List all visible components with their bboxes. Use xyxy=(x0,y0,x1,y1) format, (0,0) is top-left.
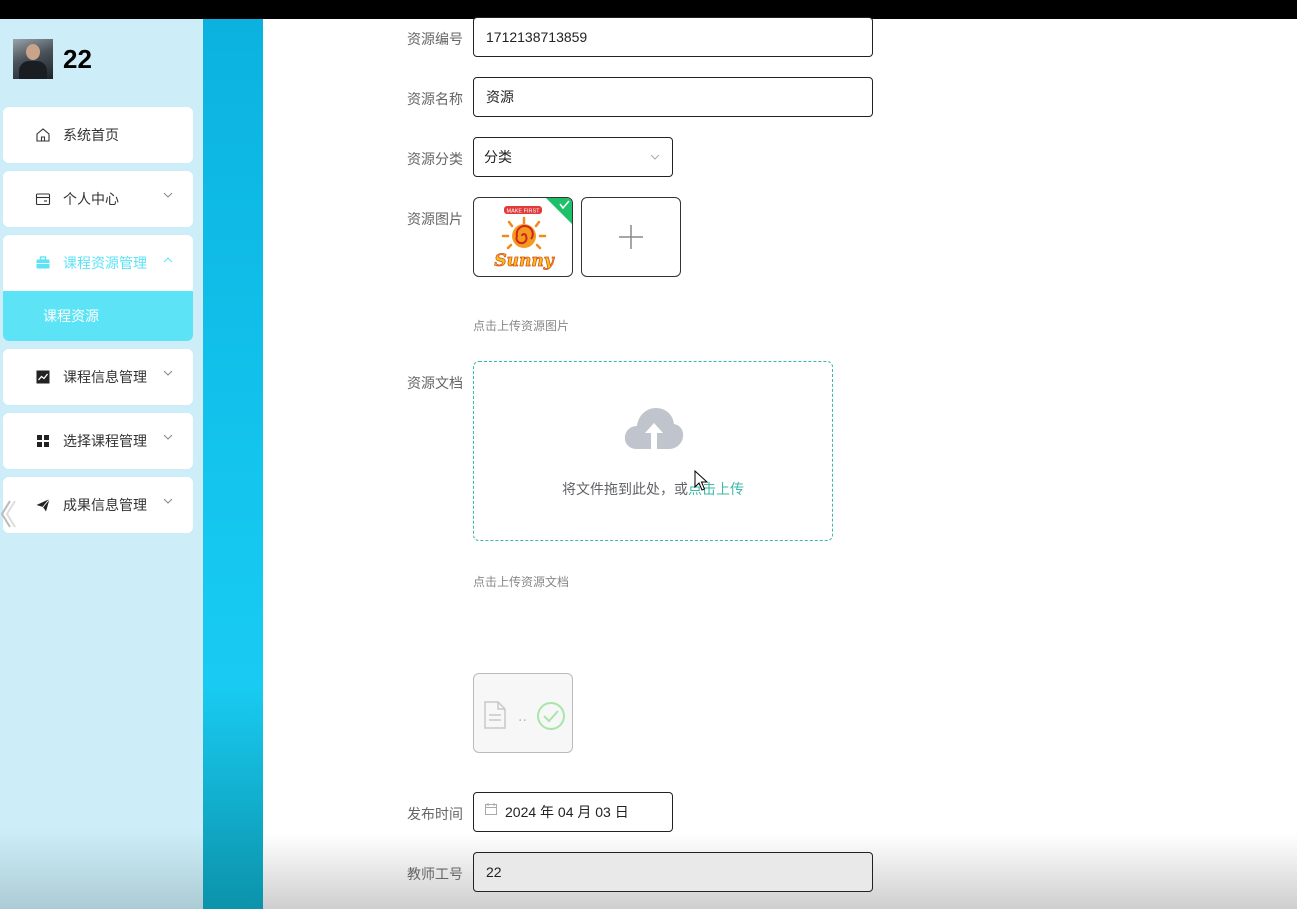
username: 22 xyxy=(63,43,92,74)
code-label: 资源编号 xyxy=(407,31,463,47)
chevron-down-icon xyxy=(163,498,173,504)
cloud-upload-icon xyxy=(624,408,684,449)
collapse-arrow-icon[interactable] xyxy=(0,499,16,529)
sunny-logo-image: MAKE FIRST Sunny xyxy=(494,198,572,271)
file-name-ellipsis: .. xyxy=(518,708,527,725)
decorative-stripe xyxy=(203,19,263,909)
sidebar-item-label: 选择课程管理 xyxy=(63,433,147,449)
chevron-down-icon xyxy=(163,370,173,376)
doc-hint: 点击上传资源文档 xyxy=(473,575,570,589)
svg-text:Sunny: Sunny xyxy=(494,251,554,271)
sidebar-item-achievement[interactable]: 成果信息管理 xyxy=(3,477,193,533)
code-input[interactable]: 1712138713859 xyxy=(473,17,873,57)
sidebar-subitem-label: 课程资源 xyxy=(43,308,99,324)
name-label: 资源名称 xyxy=(407,91,463,107)
dropzone-prompt: 将文件拖到此处，或 xyxy=(562,481,688,497)
teacher-id-value: 22 xyxy=(486,864,502,880)
briefcase-icon xyxy=(34,254,52,272)
avatar[interactable] xyxy=(13,39,53,79)
plus-icon xyxy=(619,225,643,249)
dropzone-text: 将文件拖到此处，或点击上传 xyxy=(474,479,832,499)
date-label: 发布时间 xyxy=(407,806,463,822)
send-icon xyxy=(34,496,52,514)
category-select[interactable]: 分类 xyxy=(473,137,673,177)
chevron-down-icon xyxy=(163,192,173,198)
name-value: 资源 xyxy=(486,89,514,105)
chart-icon xyxy=(34,368,52,386)
sidebar-item-course-info[interactable]: 课程信息管理 xyxy=(3,349,193,405)
sidebar-item-label: 成果信息管理 xyxy=(63,497,147,513)
calendar-icon xyxy=(485,803,497,815)
uploaded-image-thumbnail[interactable]: MAKE FIRST Sunny xyxy=(473,197,573,277)
check-circle-icon xyxy=(537,702,565,730)
sidebar-item-label: 课程资源管理 xyxy=(63,255,147,271)
category-value: 分类 xyxy=(484,149,512,165)
grid-icon xyxy=(34,432,52,450)
sidebar-item-course-select[interactable]: 选择课程管理 xyxy=(3,413,193,469)
uploaded-file-card[interactable]: .. xyxy=(473,673,573,753)
date-picker[interactable]: 2024 年 04 月 03 日 xyxy=(473,792,673,832)
sidebar: 22 系统首页 个人中心 课程资源管理 课程资源 课程信息管理 选择课程管理 成… xyxy=(0,19,203,909)
name-input[interactable]: 资源 xyxy=(473,77,873,117)
sidebar-item-home[interactable]: 系统首页 xyxy=(3,107,193,163)
wallet-icon xyxy=(34,190,52,208)
image-hint: 点击上传资源图片 xyxy=(473,319,570,333)
chevron-down-icon xyxy=(163,434,173,440)
mouse-cursor-icon xyxy=(694,470,708,491)
teacher-label: 教师工号 xyxy=(407,866,463,882)
sidebar-subitem-course-resource[interactable]: 课程资源 xyxy=(3,291,193,341)
teacher-id-input: 22 xyxy=(473,852,873,892)
document-icon xyxy=(484,701,506,729)
image-label: 资源图片 xyxy=(407,211,463,227)
user-profile: 22 xyxy=(13,39,92,79)
code-value: 1712138713859 xyxy=(486,29,588,45)
date-value: 2024 年 04 月 03 日 xyxy=(505,804,629,820)
sidebar-item-label: 系统首页 xyxy=(63,127,119,143)
sidebar-item-label: 课程信息管理 xyxy=(63,369,147,385)
chevron-down-icon xyxy=(650,154,660,160)
home-icon xyxy=(34,126,52,144)
doc-label: 资源文档 xyxy=(407,375,463,391)
sidebar-item-course-resource[interactable]: 课程资源管理 课程资源 xyxy=(3,235,193,341)
add-image-button[interactable] xyxy=(581,197,681,277)
doc-upload-dropzone[interactable]: 将文件拖到此处，或点击上传 xyxy=(473,361,833,541)
category-label: 资源分类 xyxy=(407,151,463,167)
chevron-up-icon xyxy=(163,257,173,263)
sidebar-item-personal[interactable]: 个人中心 xyxy=(3,171,193,227)
svg-text:MAKE FIRST: MAKE FIRST xyxy=(506,209,540,215)
sidebar-item-label: 个人中心 xyxy=(63,191,119,207)
